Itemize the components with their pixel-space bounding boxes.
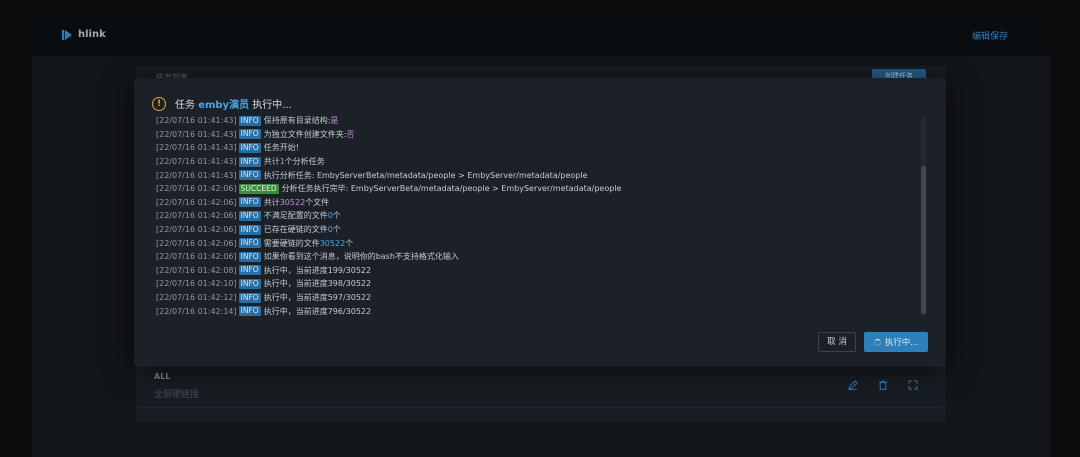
log-message: 为独立文件创建文件夹: (263, 129, 347, 139)
log-message: 执行中，当前进度398/30522 (263, 279, 372, 289)
log-timestamp: [22/07/16 01:42:06] (156, 225, 237, 235)
cancel-button[interactable]: 取 消 (818, 332, 856, 352)
log-message-tail: 个分析任务 (284, 157, 325, 167)
log-line: [22/07/16 01:42:14] INFO 执行中，当前进度796/30522 (156, 304, 928, 318)
log-level-badge: INFO (238, 156, 261, 167)
log-message: 执行分析任务: EmbyServerBeta/metadata/people >… (263, 170, 588, 180)
loading-spinner-icon (873, 338, 881, 346)
brand[interactable]: hlink (62, 29, 106, 40)
log-level-badge: INFO (238, 292, 261, 303)
log-timestamp: [22/07/16 01:41:43] (156, 116, 237, 126)
log-level-badge: INFO (238, 278, 261, 289)
log-line: [22/07/16 01:42:06] INFO 需要硬链的文件 30522 个 (156, 236, 928, 250)
log-timestamp: [22/07/16 01:42:10] (156, 279, 237, 289)
edit-icon[interactable] (848, 380, 858, 390)
log-line: [22/07/16 01:42:06] INFO 共计 30522 个文件 (156, 196, 928, 210)
task-row-actions (848, 380, 918, 390)
log-timestamp: [22/07/16 01:41:43] (156, 157, 237, 167)
task-name: emby演员 (198, 100, 250, 111)
log-timestamp: [22/07/16 01:41:43] (156, 170, 237, 180)
running-button[interactable]: 执行中... (864, 332, 928, 352)
log-message-tail: 个 (332, 211, 341, 221)
log-level-badge: INFO (238, 170, 261, 181)
log-level-badge: INFO (238, 210, 261, 221)
edit-save-link[interactable]: 编辑保存 (972, 29, 1008, 42)
log-level-badge: INFO (238, 265, 261, 276)
log-level-badge: INFO (238, 197, 261, 208)
log-message-tail: 个 (345, 238, 354, 248)
modal-title: 任务 emby演员 执行中... (175, 96, 292, 111)
log-line: [22/07/16 01:41:43] INFO 保持原有目录结构: 是 (156, 114, 928, 128)
log-timestamp: [22/07/16 01:42:06] (156, 211, 237, 221)
log-highlight-value: 30522 (319, 238, 346, 248)
log-timestamp: [22/07/16 01:42:06] (156, 184, 237, 194)
log-scrollbar[interactable] (921, 116, 926, 316)
log-level-badge: SUCCEED (238, 183, 279, 194)
running-button-label: 执行中... (884, 338, 919, 348)
top-bar: hlink 编辑保存 (32, 14, 1050, 56)
log-timestamp: [22/07/16 01:41:43] (156, 129, 237, 139)
log-message: 保持原有目录结构: (263, 116, 331, 126)
log-message: 执行中，当前进度199/30522 (263, 265, 372, 275)
task-row-label: ALL (154, 372, 171, 381)
log-line: [22/07/16 01:41:43] INFO 为独立文件创建文件夹: 否 (156, 128, 928, 142)
log-line: [22/07/16 01:41:43] INFO 执行分析任务: EmbyServe… (156, 168, 928, 182)
log-message: 任务开始! (263, 143, 299, 153)
log-highlight-value: 否 (346, 129, 355, 139)
log-message-tail: 个文件 (305, 197, 330, 207)
task-row[interactable]: ALL 全部硬链接 (136, 366, 946, 408)
log-message: 不满足配置的文件 (263, 211, 328, 221)
log-message: 分析任务执行完毕: EmbyServerBeta/metadata/people… (281, 184, 622, 194)
modal-header: ! 任务 emby演员 执行中... (152, 96, 292, 111)
log-line: [22/07/16 01:42:06] INFO 已存在硬链的文件 0 个 (156, 223, 928, 237)
log-message: 共计 (263, 157, 280, 167)
log-line: [22/07/16 01:42:10] INFO 执行中，当前进度398/30522 (156, 277, 928, 291)
log-message: 执行中，当前进度597/30522 (263, 293, 372, 303)
log-output[interactable]: [22/07/16 01:41:43] INFO 保持原有目录结构: 是 [22/07… (156, 114, 928, 318)
log-level-badge: INFO (238, 129, 261, 140)
title-suffix: 执行中... (249, 100, 292, 111)
log-timestamp: [22/07/16 01:42:06] (156, 238, 237, 248)
title-prefix: 任务 (175, 100, 199, 111)
modal-footer: 取 消 执行中... (818, 332, 928, 352)
log-level-badge: INFO (238, 115, 261, 126)
log-timestamp: [22/07/16 01:42:06] (156, 252, 237, 262)
log-highlight-value: 是 (330, 116, 339, 126)
log-line: [22/07/16 01:42:06] INFO 不满足配置的文件 0 个 (156, 209, 928, 223)
log-message: 如果你看到这个消息，说明你的bash不支持格式化输入 (263, 252, 459, 262)
log-level-badge: INFO (238, 238, 261, 249)
task-row-subtitle: 全部硬链接 (154, 390, 200, 400)
log-message: 已存在硬链的文件 (263, 225, 328, 235)
log-level-badge: INFO (238, 306, 261, 317)
log-level-badge: INFO (238, 251, 261, 262)
task-run-modal: ! 任务 emby演员 执行中... [22/07/16 01:41:43] IN… (134, 78, 946, 366)
brand-name: hlink (78, 29, 106, 40)
log-message: 执行中，当前进度796/30522 (263, 306, 372, 316)
log-level-badge: INFO (238, 224, 261, 235)
log-level-badge: INFO (238, 142, 261, 153)
log-highlight-value: 30522 (279, 197, 306, 207)
log-line: [22/07/16 01:42:06] INFO 如果你看到这个消息，说明你的bas… (156, 250, 928, 264)
log-line: [22/07/16 01:41:43] INFO 共计 1 个分析任务 (156, 155, 928, 169)
play-logo-icon (62, 29, 72, 40)
log-timestamp: [22/07/16 01:41:43] (156, 143, 237, 153)
log-message: 需要硬链的文件 (263, 238, 320, 248)
log-line: [22/07/16 01:42:06] SUCCEED 分析任务执行完毕: Emby… (156, 182, 928, 196)
log-scrollbar-thumb[interactable] (921, 166, 926, 314)
delete-icon[interactable] (878, 380, 888, 390)
log-message: 共计 (263, 197, 280, 207)
log-line: [22/07/16 01:42:12] INFO 执行中，当前进度597/30522 (156, 291, 928, 305)
log-timestamp: [22/07/16 01:42:08] (156, 265, 237, 275)
log-timestamp: [22/07/16 01:42:14] (156, 306, 237, 316)
log-line: [22/07/16 01:41:43] INFO 任务开始! (156, 141, 928, 155)
log-message-tail: 个 (332, 225, 341, 235)
log-line: [22/07/16 01:42:08] INFO 执行中，当前进度199/30522 (156, 264, 928, 278)
log-timestamp: [22/07/16 01:42:06] (156, 197, 237, 207)
warning-icon: ! (152, 96, 166, 111)
expand-icon[interactable] (908, 380, 918, 390)
log-timestamp: [22/07/16 01:42:12] (156, 293, 237, 303)
